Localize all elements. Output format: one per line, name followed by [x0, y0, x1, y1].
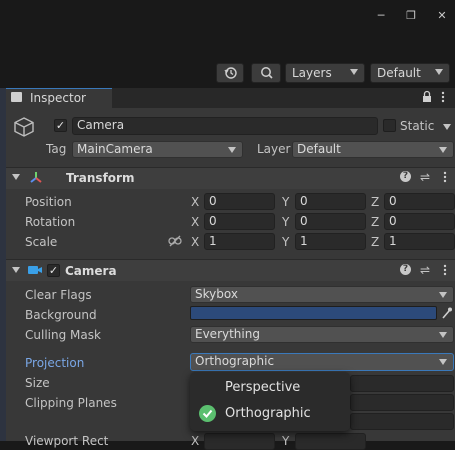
- camera-icon: [27, 264, 43, 279]
- preset-icon[interactable]: ⇌: [420, 263, 430, 277]
- background-color-swatch[interactable]: [190, 306, 437, 320]
- menu-item-orthographic[interactable]: Orthographic: [225, 406, 311, 421]
- tag-value: MainCamera: [77, 142, 153, 156]
- static-dropdown[interactable]: [440, 119, 453, 136]
- axis-x-label: X: [191, 235, 200, 249]
- viewport-x-input[interactable]: [204, 433, 275, 450]
- menu-item-perspective[interactable]: Perspective: [225, 380, 300, 395]
- clipping-far-input[interactable]: [350, 413, 454, 430]
- foldout-arrow-icon[interactable]: [12, 174, 20, 180]
- clipping-planes-label: Clipping Planes: [25, 396, 117, 410]
- transform-icon: [28, 170, 44, 189]
- inspector-icon: [11, 92, 22, 102]
- axis-z-label: Z: [371, 215, 380, 229]
- rotation-x-input[interactable]: 0: [204, 213, 275, 230]
- search-button[interactable]: [251, 63, 281, 83]
- search-icon: [261, 67, 273, 79]
- chevron-down-icon: [228, 147, 236, 153]
- scale-x-input[interactable]: 1: [204, 233, 275, 250]
- position-y-input[interactable]: 0: [295, 193, 366, 210]
- culling-mask-label: Culling Mask: [25, 328, 101, 342]
- tag-label: Tag: [46, 142, 67, 156]
- camera-title: Camera: [65, 264, 117, 278]
- chevron-down-icon: [435, 69, 443, 75]
- transform-title: Transform: [66, 171, 135, 185]
- axis-z-label: Z: [371, 235, 380, 249]
- tab-label: Inspector: [30, 91, 86, 105]
- size-label: Size: [25, 376, 50, 390]
- scale-label: Scale: [25, 235, 58, 249]
- layout-label: Default: [377, 66, 421, 80]
- layer-label: Layer: [257, 142, 291, 156]
- projection-value: Orthographic: [195, 354, 275, 368]
- tag-dropdown[interactable]: MainCamera: [72, 141, 243, 158]
- axis-x-label: X: [191, 215, 200, 229]
- gameobject-cube-icon: [12, 115, 36, 142]
- foldout-arrow-icon[interactable]: [12, 267, 20, 273]
- axis-x-label: X: [191, 195, 200, 209]
- clear-flags-value: Skybox: [195, 287, 238, 301]
- culling-mask-dropdown[interactable]: Everything: [190, 326, 454, 343]
- axis-y-label: Y: [282, 195, 290, 209]
- chevron-down-icon: [439, 332, 447, 338]
- viewport-rect-label: Viewport Rect: [25, 434, 109, 448]
- background-label: Background: [25, 308, 97, 322]
- layers-label: Layers: [292, 66, 332, 80]
- close-button[interactable]: ✕: [432, 8, 452, 24]
- viewport-y-input[interactable]: [295, 433, 366, 450]
- help-icon[interactable]: ?: [400, 171, 411, 182]
- scale-y-input[interactable]: 1: [295, 233, 366, 250]
- kebab-icon[interactable]: [443, 171, 447, 186]
- maximize-button[interactable]: ❐: [401, 8, 421, 24]
- clear-flags-dropdown[interactable]: Skybox: [190, 286, 454, 303]
- position-z-input[interactable]: 0: [384, 193, 455, 210]
- chevron-down-icon: [350, 69, 358, 75]
- position-x-input[interactable]: 0: [204, 193, 275, 210]
- preset-icon[interactable]: ⇌: [420, 170, 430, 184]
- position-label: Position: [25, 195, 72, 209]
- projection-label: Projection: [25, 356, 85, 370]
- static-label: Static: [400, 119, 435, 133]
- help-icon[interactable]: ?: [400, 264, 411, 275]
- history-button[interactable]: [216, 63, 244, 83]
- minimize-button[interactable]: ─: [371, 8, 391, 24]
- projection-dropdown[interactable]: Orthographic: [190, 353, 454, 371]
- chevron-down-icon: [439, 292, 447, 298]
- layer-value: Default: [297, 142, 341, 156]
- rotation-y-input[interactable]: 0: [295, 213, 366, 230]
- axis-y-label: Y: [282, 235, 290, 249]
- layout-dropdown[interactable]: Default: [370, 63, 450, 83]
- layers-dropdown[interactable]: Layers: [285, 63, 365, 83]
- gameobject-name-input[interactable]: Camera: [72, 117, 378, 135]
- check-icon: [199, 405, 216, 422]
- history-icon: [224, 67, 237, 79]
- link-icon[interactable]: [168, 235, 182, 250]
- clear-flags-label: Clear Flags: [25, 288, 92, 302]
- axis-z-label: Z: [371, 195, 380, 209]
- lock-icon[interactable]: [421, 90, 433, 107]
- clipping-near-input[interactable]: [350, 394, 454, 411]
- tab-inspector[interactable]: Inspector: [6, 88, 112, 109]
- static-checkbox[interactable]: [383, 119, 396, 132]
- eyedropper-icon[interactable]: [441, 306, 453, 323]
- chevron-down-icon: [439, 359, 447, 365]
- rotation-z-input[interactable]: 0: [384, 213, 455, 230]
- axis-y-label: Y: [282, 434, 290, 448]
- axis-y-label: Y: [282, 215, 290, 229]
- axis-x-label: X: [191, 434, 200, 448]
- active-checkbox[interactable]: ✓: [54, 119, 67, 132]
- size-input[interactable]: [350, 375, 454, 392]
- culling-mask-value: Everything: [195, 327, 260, 341]
- chevron-down-icon: [439, 147, 447, 153]
- chevron-down-icon: [443, 124, 451, 130]
- scale-z-input[interactable]: 1: [384, 233, 455, 250]
- rotation-label: Rotation: [25, 215, 76, 229]
- layer-dropdown[interactable]: Default: [292, 141, 454, 158]
- kebab-icon[interactable]: [443, 264, 447, 279]
- camera-enabled-checkbox[interactable]: ✓: [47, 264, 60, 277]
- kebab-icon[interactable]: [441, 91, 445, 106]
